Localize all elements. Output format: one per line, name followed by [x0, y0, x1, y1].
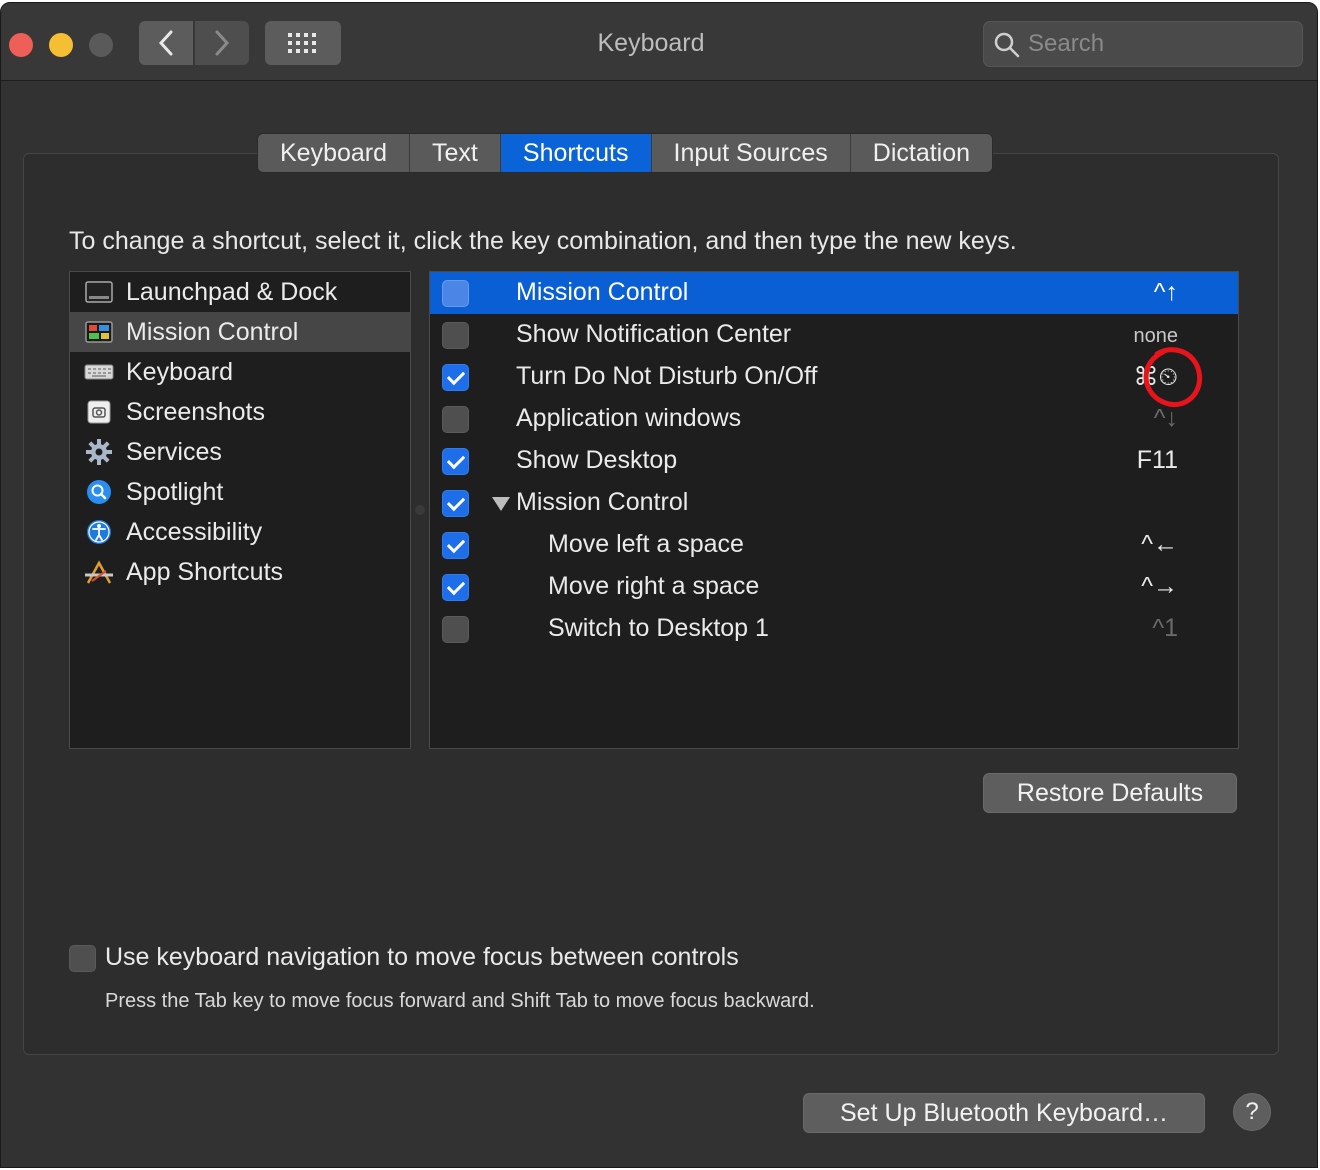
category-item-mission-control[interactable]: Mission Control	[70, 312, 410, 352]
shortcut-checkbox[interactable]	[442, 448, 469, 475]
shortcut-checkbox[interactable]	[442, 364, 469, 391]
category-label: Spotlight	[126, 477, 224, 506]
chevron-right-icon	[215, 30, 230, 56]
shortcut-row[interactable]: Switch to Desktop 1 ^1	[430, 608, 1238, 650]
grid-icon	[288, 33, 316, 53]
back-button[interactable]	[139, 21, 193, 65]
keyboard-icon	[84, 359, 114, 385]
shortcut-checkbox[interactable]	[442, 574, 469, 601]
category-label: App Shortcuts	[126, 557, 284, 586]
title-bar: Keyboard	[1, 3, 1317, 81]
shortcut-label: Application windows	[516, 404, 742, 432]
shortcut-label: Show Notification Center	[516, 320, 792, 348]
keyboard-navigation-checkbox[interactable]	[69, 945, 96, 972]
shortcut-row[interactable]: Show Desktop F11	[430, 440, 1238, 482]
shortcut-group-row[interactable]: Mission Control	[430, 482, 1238, 524]
forward-button[interactable]	[195, 21, 249, 65]
shortcut-row[interactable]: Mission Control ^↑	[430, 272, 1238, 314]
shortcut-row[interactable]: Move left a space ^←	[430, 524, 1238, 566]
shortcut-checkbox[interactable]	[442, 406, 469, 433]
category-label: Keyboard	[126, 357, 234, 386]
category-list: Launchpad & Dock Mission Control Keyboar…	[69, 271, 411, 749]
shortcut-label: Move right a space	[548, 572, 760, 600]
shortcut-checkbox[interactable]	[442, 490, 469, 517]
tab-shortcuts[interactable]: Shortcuts	[500, 134, 652, 172]
preferences-window: Keyboard Keyboard Text Shortcuts Input S…	[0, 2, 1318, 1168]
shortcut-keys[interactable]: ^→	[1141, 572, 1178, 601]
category-label: Screenshots	[126, 397, 265, 426]
keyboard-navigation-hint: Press the Tab key to move focus forward …	[105, 990, 815, 1012]
shortcut-checkbox[interactable]	[442, 280, 469, 307]
shortcut-row[interactable]: Turn Do Not Disturb On/Off ⌘⏲	[430, 356, 1238, 398]
category-item-services[interactable]: Services	[70, 432, 410, 472]
category-item-spotlight[interactable]: Spotlight	[70, 472, 410, 512]
close-button[interactable]	[9, 33, 33, 57]
minimize-button[interactable]	[49, 33, 73, 57]
launchpad-icon	[84, 279, 114, 305]
shortcut-label: Show Desktop	[516, 446, 678, 474]
shortcut-label: Switch to Desktop 1	[548, 614, 769, 642]
shortcut-row[interactable]: Show Notification Center none	[430, 314, 1238, 356]
zoom-button[interactable]	[89, 33, 113, 57]
shortcut-keys[interactable]: F11	[1137, 446, 1178, 475]
keyboard-navigation-label: Use keyboard navigation to move focus be…	[105, 943, 739, 971]
shortcut-keys[interactable]: ^↑	[1154, 278, 1178, 307]
search-icon	[994, 32, 1020, 58]
category-label: Services	[126, 437, 222, 466]
shortcut-group-label: Mission Control	[516, 488, 689, 516]
show-all-button[interactable]	[265, 21, 341, 65]
shortcut-checkbox[interactable]	[442, 322, 469, 349]
search-input[interactable]	[1028, 28, 1288, 60]
tab-bar: Keyboard Text Shortcuts Input Sources Di…	[257, 133, 994, 173]
instruction-text: To change a shortcut, select it, click t…	[69, 227, 1017, 255]
restore-defaults-button[interactable]: Restore Defaults	[983, 773, 1237, 813]
category-label: Accessibility	[126, 517, 263, 546]
spotlight-icon	[84, 479, 114, 505]
shortcut-label: Move left a space	[548, 530, 744, 558]
tab-text[interactable]: Text	[410, 134, 501, 172]
shortcut-label: Turn Do Not Disturb On/Off	[516, 362, 818, 390]
window-title: Keyboard	[597, 29, 705, 57]
gear-icon	[84, 439, 114, 465]
mission-control-icon	[84, 319, 114, 345]
red-annotation-circle	[1143, 347, 1203, 408]
category-item-launchpad-dock[interactable]: Launchpad & Dock	[70, 272, 410, 312]
shortcut-keys[interactable]: ^1	[1152, 614, 1178, 643]
tab-dictation[interactable]: Dictation	[851, 134, 992, 172]
shortcut-keys[interactable]: ^←	[1141, 530, 1178, 559]
split-view-handle[interactable]	[415, 505, 425, 515]
shortcut-keys[interactable]: none	[1134, 325, 1179, 348]
shortcut-row[interactable]: Application windows ^↓	[430, 398, 1238, 440]
tab-input-sources[interactable]: Input Sources	[652, 134, 851, 172]
app-shortcuts-icon	[84, 559, 114, 585]
category-label: Launchpad & Dock	[126, 277, 338, 306]
disclosure-triangle-icon[interactable]	[492, 497, 510, 511]
accessibility-icon	[84, 519, 114, 545]
category-label: Mission Control	[126, 317, 299, 346]
tab-keyboard[interactable]: Keyboard	[258, 134, 411, 172]
shortcut-checkbox[interactable]	[442, 616, 469, 643]
shortcut-checkbox[interactable]	[442, 532, 469, 559]
chevron-left-icon	[158, 30, 173, 56]
help-button[interactable]: ?	[1233, 1093, 1271, 1131]
screenshots-icon	[84, 399, 114, 425]
category-item-screenshots[interactable]: Screenshots	[70, 392, 410, 432]
bluetooth-keyboard-button[interactable]: Set Up Bluetooth Keyboard…	[803, 1093, 1205, 1133]
search-field[interactable]	[983, 21, 1303, 67]
category-item-accessibility[interactable]: Accessibility	[70, 512, 410, 552]
shortcut-list: Mission Control ^↑ Show Notification Cen…	[429, 271, 1239, 749]
category-item-app-shortcuts[interactable]: App Shortcuts	[70, 552, 410, 592]
shortcut-row[interactable]: Move right a space ^→	[430, 566, 1238, 608]
category-item-keyboard[interactable]: Keyboard	[70, 352, 410, 392]
shortcut-label: Mission Control	[516, 278, 689, 306]
